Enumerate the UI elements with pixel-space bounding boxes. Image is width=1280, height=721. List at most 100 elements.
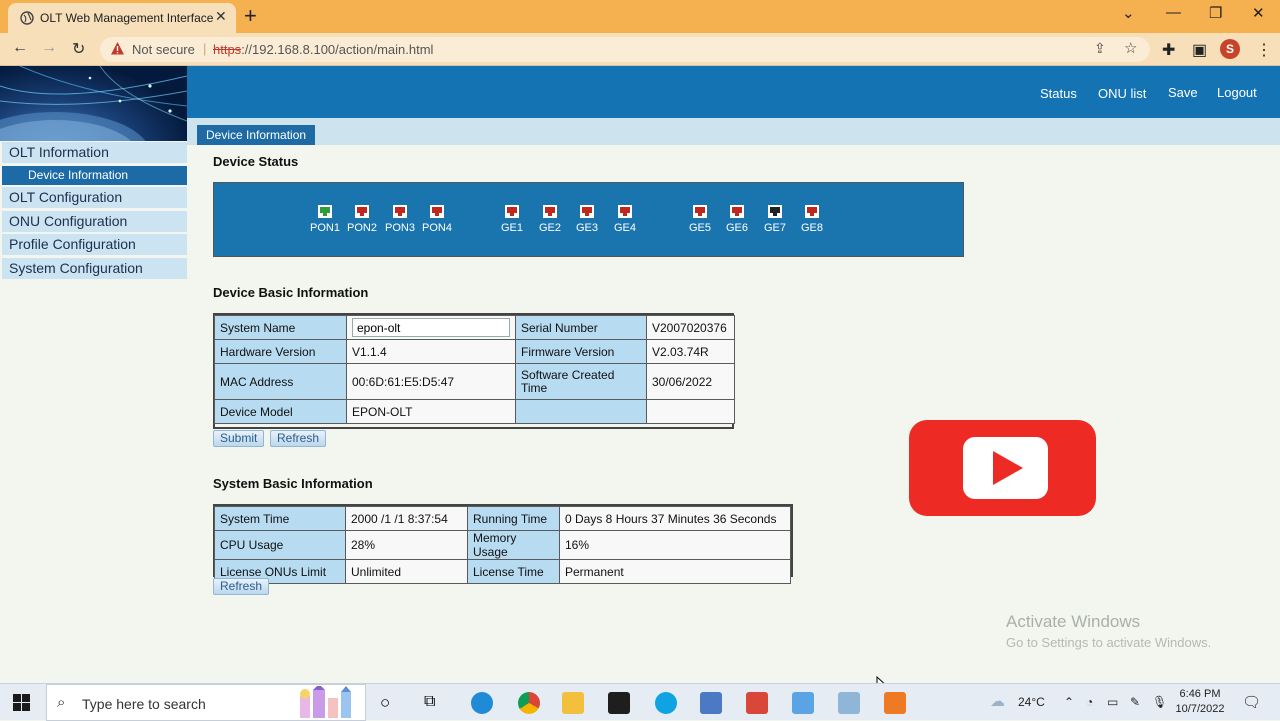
forward-icon[interactable]: → xyxy=(41,39,57,57)
windows-start-icon[interactable] xyxy=(13,694,30,711)
sidebar-item-olt-information[interactable]: OLT Information xyxy=(2,142,187,163)
port-pon1[interactable]: PON1 xyxy=(305,205,345,234)
side-panel-icon[interactable]: ▣ xyxy=(1192,40,1207,60)
file-explorer-icon[interactable] xyxy=(562,692,584,714)
system-time-label: System Time xyxy=(214,506,346,531)
table-row: Hardware Version V1.1.4 Firmware Version… xyxy=(214,339,735,364)
software-created-time-value: 30/06/2022 xyxy=(646,363,735,400)
refresh-device-button[interactable]: Refresh xyxy=(270,430,327,447)
share-icon[interactable]: ⇪ xyxy=(1094,40,1106,57)
skype-icon[interactable] xyxy=(655,692,677,714)
mac-address-value: 00:6D:61:E5:D5:47 xyxy=(346,363,516,400)
port-label: GE1 xyxy=(500,222,523,234)
port-label: GE2 xyxy=(538,222,561,234)
temperature-label[interactable]: 24°C xyxy=(1018,695,1045,709)
sidebar-item-device-information[interactable]: Device Information xyxy=(2,165,187,185)
port-ge6[interactable]: GE6 xyxy=(717,205,757,234)
port-status-panel: PON1 PON2 PON3 PON4 GE1 GE2 GE3 GE4 GE5 GE6 GE7 GE8 xyxy=(213,182,964,257)
port-ge3[interactable]: GE3 xyxy=(567,205,607,234)
device-model-label: Device Model xyxy=(214,399,347,424)
warning-icon[interactable] xyxy=(110,41,125,56)
system-name-input[interactable] xyxy=(352,318,510,337)
remote-desktop-icon[interactable] xyxy=(792,692,814,714)
nav-logout-link[interactable]: Logout xyxy=(1217,85,1257,100)
anydesk-icon[interactable] xyxy=(746,692,768,714)
running-time-value: 0 Days 8 Hours 37 Minutes 36 Seconds xyxy=(559,506,791,531)
sidebar-item-onu-configuration[interactable]: ONU Configuration xyxy=(2,210,187,232)
port-ge5[interactable]: GE5 xyxy=(680,205,720,234)
ethernet-port-icon xyxy=(805,205,819,218)
reload-icon[interactable]: ↻ xyxy=(72,39,85,59)
screen-recorder-icon[interactable] xyxy=(884,692,906,714)
port-pon2[interactable]: PON2 xyxy=(342,205,382,234)
refresh-system-button[interactable]: Refresh xyxy=(213,578,270,595)
notifications-icon[interactable]: 🗨 xyxy=(1242,693,1261,711)
tab-device-information[interactable]: Device Information xyxy=(197,125,316,145)
hardware-version-value: V1.1.4 xyxy=(346,339,516,364)
browser-menu-icon[interactable]: ⋮ xyxy=(1256,40,1272,60)
network-tool-icon[interactable] xyxy=(700,692,722,714)
new-tab-button[interactable]: + xyxy=(244,3,257,29)
back-icon[interactable]: ← xyxy=(12,39,28,57)
nav-status-link[interactable]: Status xyxy=(1040,86,1077,101)
cpu-usage-label: CPU Usage xyxy=(214,530,346,560)
port-ge7[interactable]: GE7 xyxy=(755,205,795,234)
taskbar-search-box[interactable]: ⌕ Type here to search xyxy=(46,684,366,721)
bookmark-star-icon[interactable]: ☆ xyxy=(1124,39,1137,57)
system-basic-table: System Time 2000 /1 /1 8:37:54 Running T… xyxy=(214,506,791,584)
tab-close-icon[interactable]: ✕ xyxy=(215,8,227,25)
show-hidden-icons-icon[interactable]: ⌃ xyxy=(1064,695,1074,709)
system-time-value: 2000 /1 /1 8:37:54 xyxy=(345,506,468,531)
not-secure-label[interactable]: Not secure xyxy=(132,42,195,57)
device-status-title: Device Status xyxy=(213,154,299,169)
firmware-version-label: Firmware Version xyxy=(515,339,647,364)
sidebar-item-olt-configuration[interactable]: OLT Configuration xyxy=(2,187,187,208)
pen-icon[interactable]: ✎ xyxy=(1130,695,1140,709)
license-time-value: Permanent xyxy=(559,559,791,584)
sidebar-item-profile-configuration[interactable]: Profile Configuration xyxy=(2,234,187,255)
notepad-icon[interactable] xyxy=(838,692,860,714)
ethernet-port-icon xyxy=(355,205,369,218)
ethernet-port-icon xyxy=(768,205,782,218)
port-ge1[interactable]: GE1 xyxy=(492,205,532,234)
maximize-icon[interactable]: ❐ xyxy=(1209,4,1222,22)
port-label: GE6 xyxy=(725,222,748,234)
taskbar-clock[interactable]: 6:46 PM 10/7/2022 xyxy=(1174,687,1226,717)
sidebar-item-system-configuration[interactable]: System Configuration xyxy=(2,257,187,279)
cortana-icon[interactable]: ○ xyxy=(380,693,402,715)
ethernet-port-icon xyxy=(543,205,557,218)
tab-search-icon[interactable]: ⌄ xyxy=(1122,4,1135,22)
browser-tab[interactable]: OLT Web Management Interface ✕ xyxy=(8,3,236,33)
task-view-icon[interactable]: ⧉ xyxy=(424,693,446,715)
weather-cloud-icon[interactable]: ☁ xyxy=(990,692,1005,710)
nav-onu-list-link[interactable]: ONU list xyxy=(1098,86,1146,101)
close-window-icon[interactable]: ✕ xyxy=(1252,4,1265,22)
empty-label-cell xyxy=(515,399,647,424)
extensions-icon[interactable]: ✚ xyxy=(1162,40,1175,60)
minimize-icon[interactable]: — xyxy=(1166,4,1181,21)
wifi-icon[interactable]: ◔ xyxy=(1086,695,1093,709)
serial-number-value: V2007020376 xyxy=(646,315,735,340)
system-name-cell xyxy=(346,315,516,340)
port-ge8[interactable]: GE8 xyxy=(792,205,832,234)
nav-save-link[interactable]: Save xyxy=(1168,85,1198,100)
page-tab-bar: Device Information xyxy=(187,118,1280,145)
microphone-icon[interactable]: 🎙 xyxy=(1152,695,1167,709)
empty-value-cell xyxy=(646,399,735,424)
port-pon4[interactable]: PON4 xyxy=(417,205,457,234)
terminal-icon[interactable] xyxy=(608,692,630,714)
port-label: PON4 xyxy=(422,222,452,234)
url-text[interactable]: https://192.168.8.100/action/main.html xyxy=(213,42,433,57)
port-pon3[interactable]: PON3 xyxy=(380,205,420,234)
port-label: GE5 xyxy=(688,222,711,234)
chrome-browser-icon[interactable] xyxy=(518,692,540,714)
battery-icon[interactable]: ▭ xyxy=(1107,695,1118,709)
address-bar[interactable]: Not secure | https://192.168.8.100/actio… xyxy=(100,37,1150,62)
device-model-value: EPON-OLT xyxy=(346,399,516,424)
submit-button[interactable]: Submit xyxy=(213,430,265,447)
edge-browser-icon[interactable] xyxy=(471,692,493,714)
profile-avatar[interactable]: S xyxy=(1220,39,1240,59)
port-ge2[interactable]: GE2 xyxy=(530,205,570,234)
port-label: GE7 xyxy=(763,222,786,234)
port-ge4[interactable]: GE4 xyxy=(605,205,645,234)
